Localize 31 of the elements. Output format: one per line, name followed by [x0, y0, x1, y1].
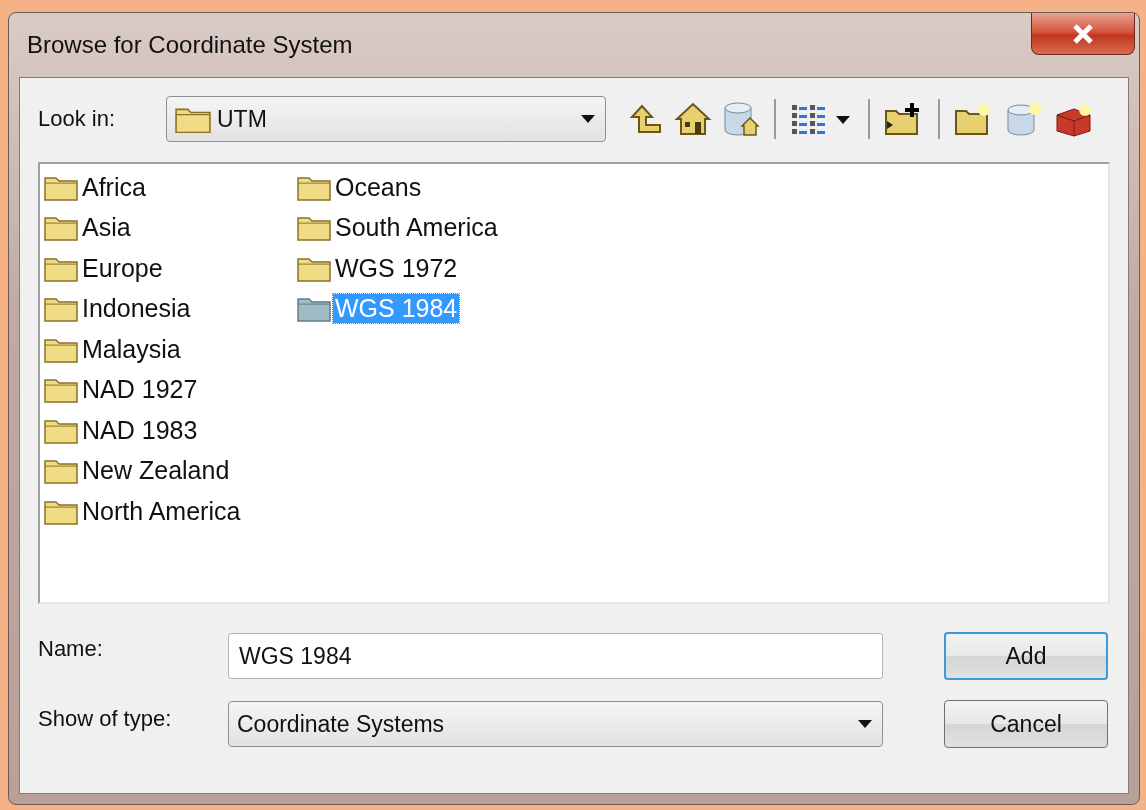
folder-icon [297, 214, 331, 242]
folder-item[interactable]: Africa [80, 172, 148, 202]
close-button[interactable] [1031, 13, 1135, 55]
folder-item[interactable]: NAD 1983 [80, 415, 200, 445]
folder-item[interactable]: Europe [80, 253, 165, 283]
close-icon [1070, 23, 1096, 44]
folder-item[interactable]: South America [333, 213, 500, 243]
cancel-button[interactable]: Cancel [944, 700, 1108, 748]
folder-item[interactable]: Asia [80, 213, 133, 243]
folder-icon [297, 295, 331, 323]
folder-item[interactable]: NAD 1927 [80, 375, 200, 405]
folder-item[interactable]: WGS 1972 [333, 253, 460, 283]
caret-icon [581, 115, 595, 123]
folder-item[interactable]: Oceans [333, 172, 424, 202]
look-in-label: Look in: [38, 106, 117, 132]
folder-icon [44, 295, 78, 323]
look-in-dropdown[interactable]: UTM [166, 96, 606, 142]
folder-icon [44, 214, 78, 242]
type-label: Show of type: [38, 706, 173, 732]
add-button[interactable]: Add [944, 632, 1108, 680]
name-label: Name: [38, 636, 104, 662]
caret-icon [858, 720, 872, 728]
name-field[interactable]: WGS 1984 [228, 633, 883, 679]
folder-item[interactable]: New Zealand [80, 456, 232, 486]
type-dropdown[interactable]: Coordinate Systems [228, 701, 883, 747]
folder-icon [44, 376, 78, 404]
window-title: Browse for Coordinate System [27, 31, 353, 59]
folder-item[interactable]: North America [80, 496, 243, 526]
folder-icon [44, 457, 78, 485]
folder-item[interactable]: Indonesia [80, 294, 193, 324]
folder-item[interactable]: Malaysia [80, 334, 183, 364]
